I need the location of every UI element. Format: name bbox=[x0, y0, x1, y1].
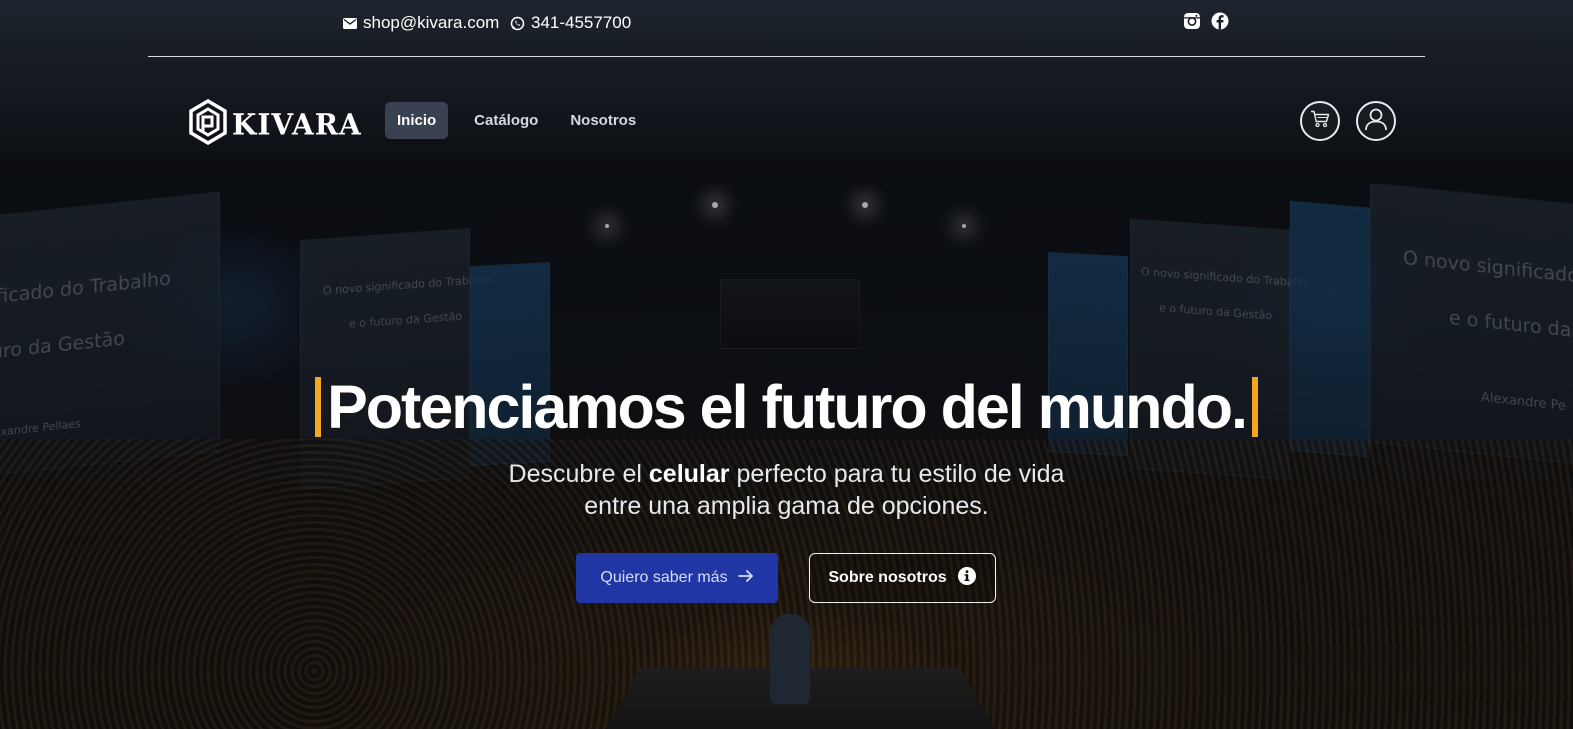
title-accent-bar-right bbox=[1251, 377, 1258, 437]
learn-more-label: Quiero saber más bbox=[600, 569, 728, 586]
about-us-button[interactable]: Sobre nosotros bbox=[809, 553, 996, 603]
main-nav: Inicio Catálogo Nosotros bbox=[385, 102, 648, 139]
cart-button[interactable] bbox=[1300, 101, 1340, 141]
contact-bar: shop@kivara.com 341-4557700 bbox=[0, 0, 1573, 48]
brand-logo[interactable]: KIVARA bbox=[188, 98, 362, 150]
mail-icon bbox=[343, 17, 357, 29]
subtitle-text: Descubre el bbox=[508, 460, 649, 488]
brand-name: KIVARA bbox=[232, 107, 362, 142]
hero-background-image: ificado do Trabalho uro da Gestão lexand… bbox=[0, 184, 1573, 729]
instagram-icon[interactable] bbox=[1183, 12, 1201, 35]
subtitle-highlight: celular bbox=[648, 460, 730, 488]
facebook-icon[interactable] bbox=[1211, 12, 1229, 35]
arrow-right-icon bbox=[737, 569, 754, 588]
nav-item-catalogo[interactable]: Catálogo bbox=[462, 102, 550, 139]
nav-item-inicio[interactable]: Inicio bbox=[385, 102, 449, 139]
email-link[interactable]: shop@kivara.com bbox=[343, 13, 499, 33]
whatsapp-icon bbox=[510, 16, 525, 31]
hero-title-text: Potenciamos el futuro del mundo. bbox=[327, 373, 1248, 441]
learn-more-button[interactable]: Quiero saber más bbox=[576, 553, 778, 603]
user-icon bbox=[1363, 106, 1389, 137]
hero-title: Potenciamos el futuro del mundo. bbox=[315, 372, 1258, 442]
header-divider bbox=[148, 56, 1425, 57]
email-text: shop@kivara.com bbox=[363, 13, 500, 32]
hero-subtitle: Descubre el celular perfecto para tu est… bbox=[0, 458, 1573, 522]
about-us-label: Sobre nosotros bbox=[828, 569, 947, 586]
info-icon bbox=[957, 566, 977, 591]
nav-item-nosotros[interactable]: Nosotros bbox=[558, 102, 648, 139]
hexagon-logo-icon bbox=[188, 98, 228, 150]
hero-headline-container: Potenciamos el futuro del mundo. bbox=[0, 372, 1573, 442]
phone-text: 341-4557700 bbox=[531, 13, 632, 32]
title-accent-bar-left bbox=[315, 377, 322, 437]
subtitle-text-line2: entre una amplia gama de opciones. bbox=[584, 492, 989, 520]
phone-link[interactable]: 341-4557700 bbox=[510, 13, 631, 33]
hero-overlay bbox=[0, 184, 1573, 729]
user-account-button[interactable] bbox=[1356, 101, 1396, 141]
subtitle-text: perfecto para tu estilo de vida bbox=[729, 460, 1065, 488]
cart-icon bbox=[1310, 110, 1330, 133]
